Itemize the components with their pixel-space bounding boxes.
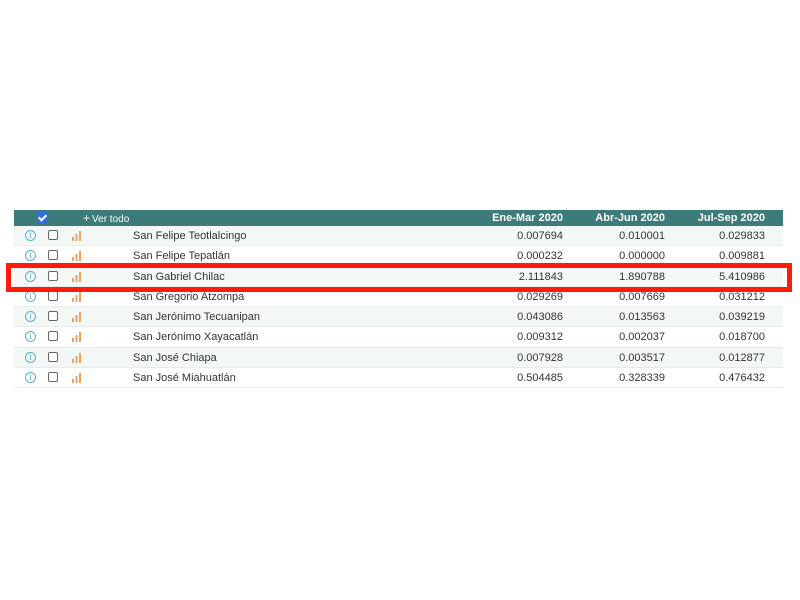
row-value-jul-sep: 0.476432 xyxy=(719,372,765,385)
bar-chart-icon[interactable] xyxy=(71,352,82,363)
row-checkbox[interactable] xyxy=(48,230,58,240)
row-value-abr-jun: 0.328339 xyxy=(619,372,665,385)
table-row[interactable]: i San Felipe Teotlalcingo 0.007694 0.010001… xyxy=(14,226,783,247)
table-body: i San Felipe Teotlalcingo 0.007694 0.010001… xyxy=(14,226,783,389)
highlight-box xyxy=(6,263,792,292)
row-value-abr-jun: 0.007669 xyxy=(619,290,665,303)
info-icon[interactable]: i xyxy=(25,351,36,363)
row-value-jul-sep: 0.039219 xyxy=(719,311,765,324)
row-value-ene-mar: 0.504485 xyxy=(517,372,563,385)
row-value-jul-sep: 0.018700 xyxy=(719,331,765,344)
row-checkbox[interactable] xyxy=(48,250,58,261)
info-icon[interactable]: i xyxy=(25,311,36,323)
row-value-ene-mar: 0.007694 xyxy=(517,230,563,242)
row-value-abr-jun: 0.003517 xyxy=(619,351,665,364)
bar-chart-icon[interactable] xyxy=(71,291,82,302)
row-value-abr-jun: 0.002037 xyxy=(619,331,665,344)
row-name: San José Miahuatlán xyxy=(133,372,236,385)
plus-icon: + xyxy=(83,211,91,225)
row-name: San Gregorio Atzompa xyxy=(133,290,245,303)
info-icon[interactable]: i xyxy=(25,290,36,302)
table-row[interactable]: i San José Chiapa 0.007928 0.003517 0.012877 xyxy=(14,347,783,369)
row-value-abr-jun: 0.010001 xyxy=(619,230,665,242)
row-name: San José Chiapa xyxy=(133,351,217,364)
data-table: + Ver todo Ene-Mar 2020 Abr-Jun 2020 Jul-… xyxy=(14,210,783,389)
row-value-jul-sep: 0.009881 xyxy=(719,250,765,263)
row-value-ene-mar: 0.043086 xyxy=(517,311,563,324)
select-all-checkbox[interactable] xyxy=(37,212,48,223)
row-value-ene-mar: 0.009312 xyxy=(517,331,563,344)
row-name: San Jerónimo Tecuanipan xyxy=(133,311,260,324)
bar-chart-icon[interactable] xyxy=(71,250,82,262)
column-header-abr-jun[interactable]: Abr-Jun 2020 xyxy=(595,212,665,224)
column-header-ene-mar[interactable]: Ene-Mar 2020 xyxy=(492,212,563,224)
info-icon[interactable]: i xyxy=(25,230,36,241)
table-row[interactable]: i San Jerónimo Tecuanipan 0.043086 0.013563… xyxy=(14,307,783,328)
bar-chart-icon[interactable] xyxy=(71,311,82,323)
row-name: San Felipe Tepatlán xyxy=(133,250,231,263)
table-header: + Ver todo Ene-Mar 2020 Abr-Jun 2020 Jul-… xyxy=(14,210,783,226)
row-value-abr-jun: 0.000000 xyxy=(619,250,665,263)
ver-todo-button[interactable]: + Ver todo xyxy=(83,211,129,225)
row-value-jul-sep: 0.029833 xyxy=(719,230,765,242)
row-checkbox[interactable] xyxy=(48,311,58,322)
row-checkbox[interactable] xyxy=(48,331,58,342)
table-row[interactable]: i San Jerónimo Xayacatlán 0.009312 0.002037… xyxy=(14,327,783,348)
table-row[interactable]: i San José Miahuatlán 0.504485 0.328339 0.47… xyxy=(14,368,783,389)
row-value-ene-mar: 0.007928 xyxy=(517,351,563,364)
row-checkbox[interactable] xyxy=(48,290,58,301)
bar-chart-icon[interactable] xyxy=(71,230,82,241)
info-icon[interactable]: i xyxy=(25,372,36,384)
row-value-ene-mar: 0.000232 xyxy=(517,250,563,263)
row-value-abr-jun: 0.013563 xyxy=(619,311,665,324)
row-checkbox[interactable] xyxy=(48,372,58,383)
row-value-jul-sep: 0.012877 xyxy=(719,351,765,364)
bar-chart-icon[interactable] xyxy=(71,372,82,384)
ver-todo-label: Ver todo xyxy=(92,214,130,225)
row-name: San Felipe Teotlalcingo xyxy=(133,230,247,242)
info-icon[interactable]: i xyxy=(25,331,36,343)
column-header-jul-sep[interactable]: Jul-Sep 2020 xyxy=(698,212,765,224)
row-name: San Jerónimo Xayacatlán xyxy=(133,331,259,344)
row-value-jul-sep: 0.031212 xyxy=(719,290,765,303)
info-icon[interactable]: i xyxy=(25,250,36,262)
bar-chart-icon[interactable] xyxy=(71,331,82,343)
row-checkbox[interactable] xyxy=(48,351,58,362)
row-value-ene-mar: 0.029269 xyxy=(517,290,563,303)
